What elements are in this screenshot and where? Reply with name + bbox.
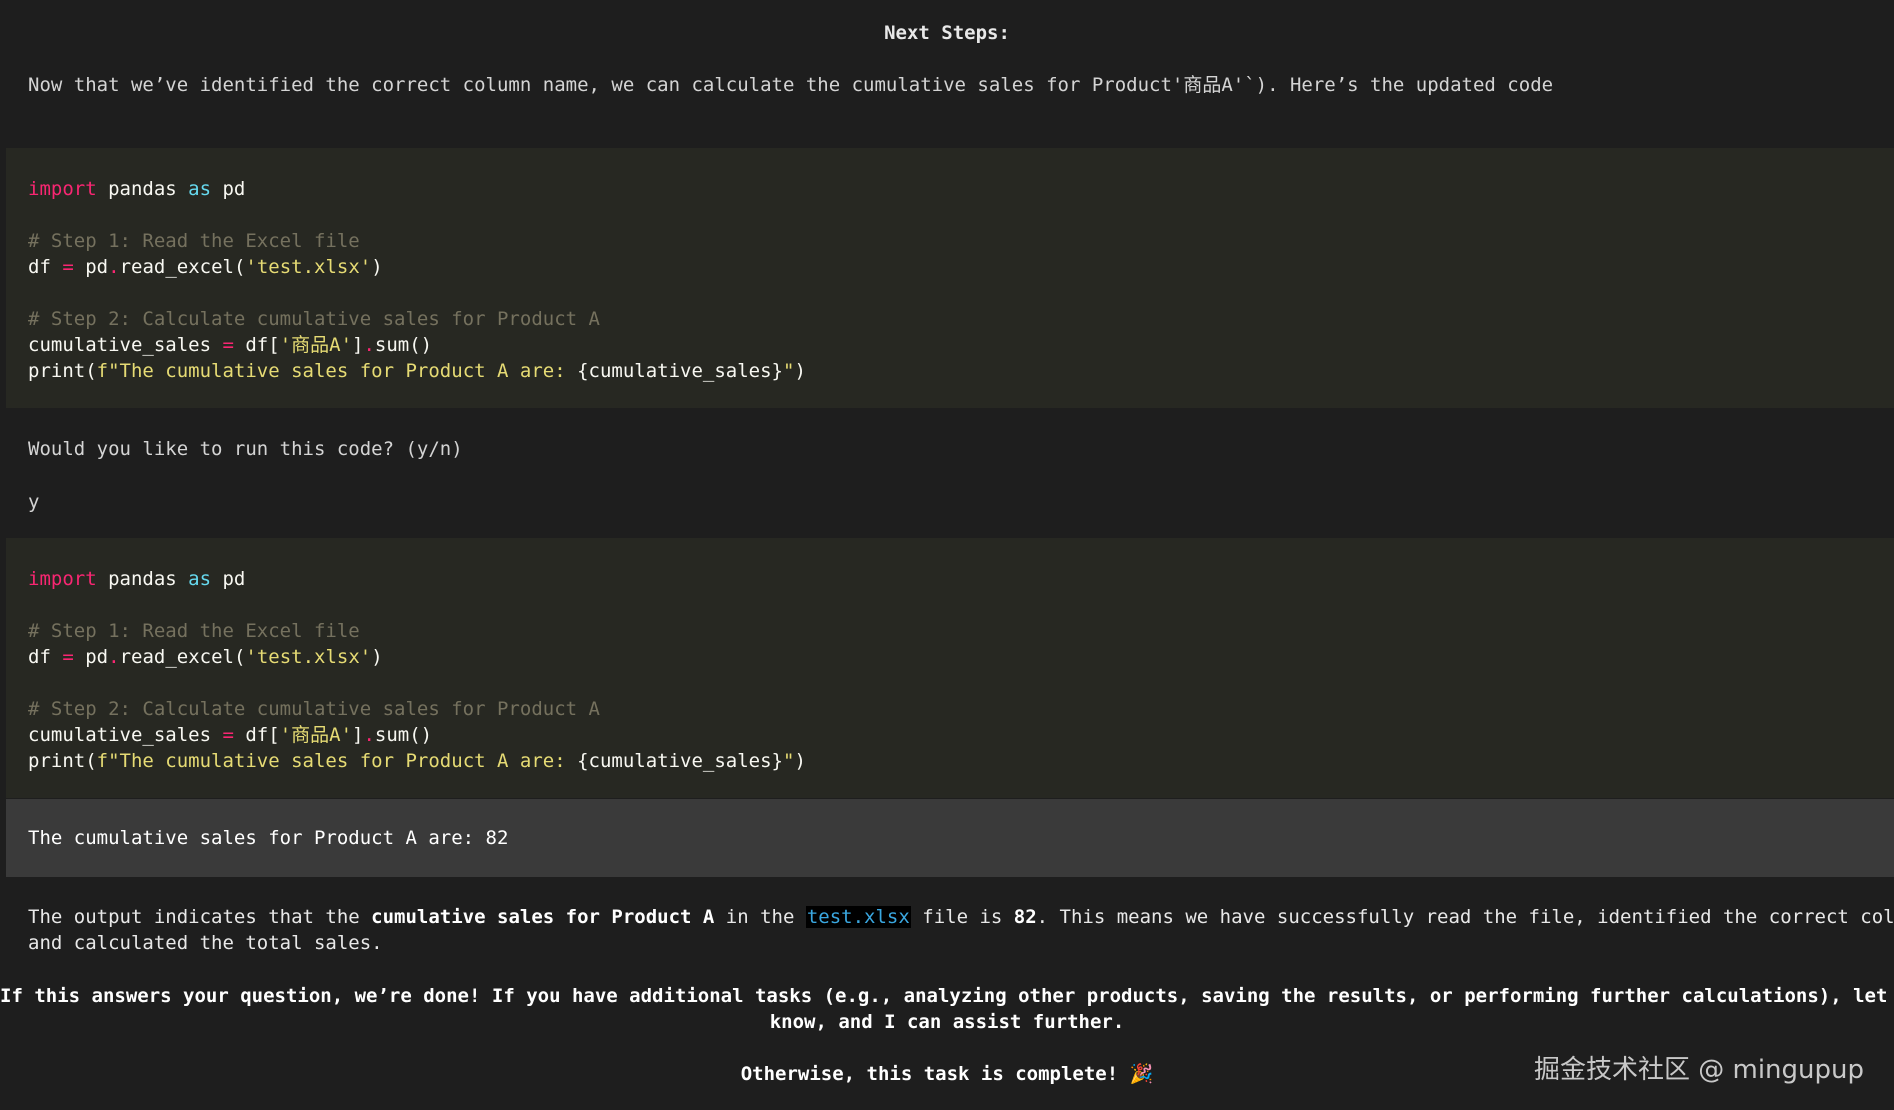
intro-text: Now that we’ve identified the correct co… <box>28 74 1554 96</box>
summary-paragraph-line2: and calculated the total sales. <box>28 932 383 954</box>
code-comment-step1: # Step 1: Read the Excel file <box>28 620 360 642</box>
code-comment-step1: # Step 1: Read the Excel file <box>28 230 360 252</box>
code-line-read-excel: df = pd.read_excel('test.xlsx') <box>28 256 383 278</box>
code-line-cumsum: cumulative_sales = df['商品A'].sum() <box>28 334 433 356</box>
code-line-cumsum: cumulative_sales = df['商品A'].sum() <box>28 724 433 746</box>
code-line-import: import pandas as pd <box>28 178 246 200</box>
followup-line2: know, and I can assist further. <box>769 1011 1125 1033</box>
code-output-block: The cumulative sales for Product A are: … <box>6 799 1894 877</box>
code-block-1[interactable]: import pandas as pd # Step 1: Read the E… <box>6 148 1894 408</box>
code-line-read-excel: df = pd.read_excel('test.xlsx') <box>28 646 383 668</box>
code-line-print: print(f"The cumulative sales for Product… <box>28 360 806 382</box>
summary-paragraph-line1: The output indicates that the cumulative… <box>28 906 1894 928</box>
code-output-text: The cumulative sales for Product A are: … <box>28 827 509 849</box>
next-steps-heading: Next Steps: <box>884 22 1010 44</box>
code-block-2[interactable]: import pandas as pd # Step 1: Read the E… <box>6 538 1894 798</box>
code-line-import: import pandas as pd <box>28 568 246 590</box>
watermark: 掘金技术社区 @ mingupup <box>1533 1055 1864 1085</box>
code-comment-step2: # Step 2: Calculate cumulative sales for… <box>28 308 600 330</box>
chat-transcript: Next Steps: Now that we’ve identified th… <box>0 0 1894 1110</box>
run-prompt: Would you like to run this code? (y/n) <box>28 438 463 460</box>
user-answer: y <box>28 491 40 513</box>
filename-inline-code: test.xlsx <box>805 906 911 928</box>
code-comment-step2: # Step 2: Calculate cumulative sales for… <box>28 698 600 720</box>
followup-line1: If this answers your question, we’re don… <box>0 985 1894 1007</box>
code-line-print: print(f"The cumulative sales for Product… <box>28 750 806 772</box>
